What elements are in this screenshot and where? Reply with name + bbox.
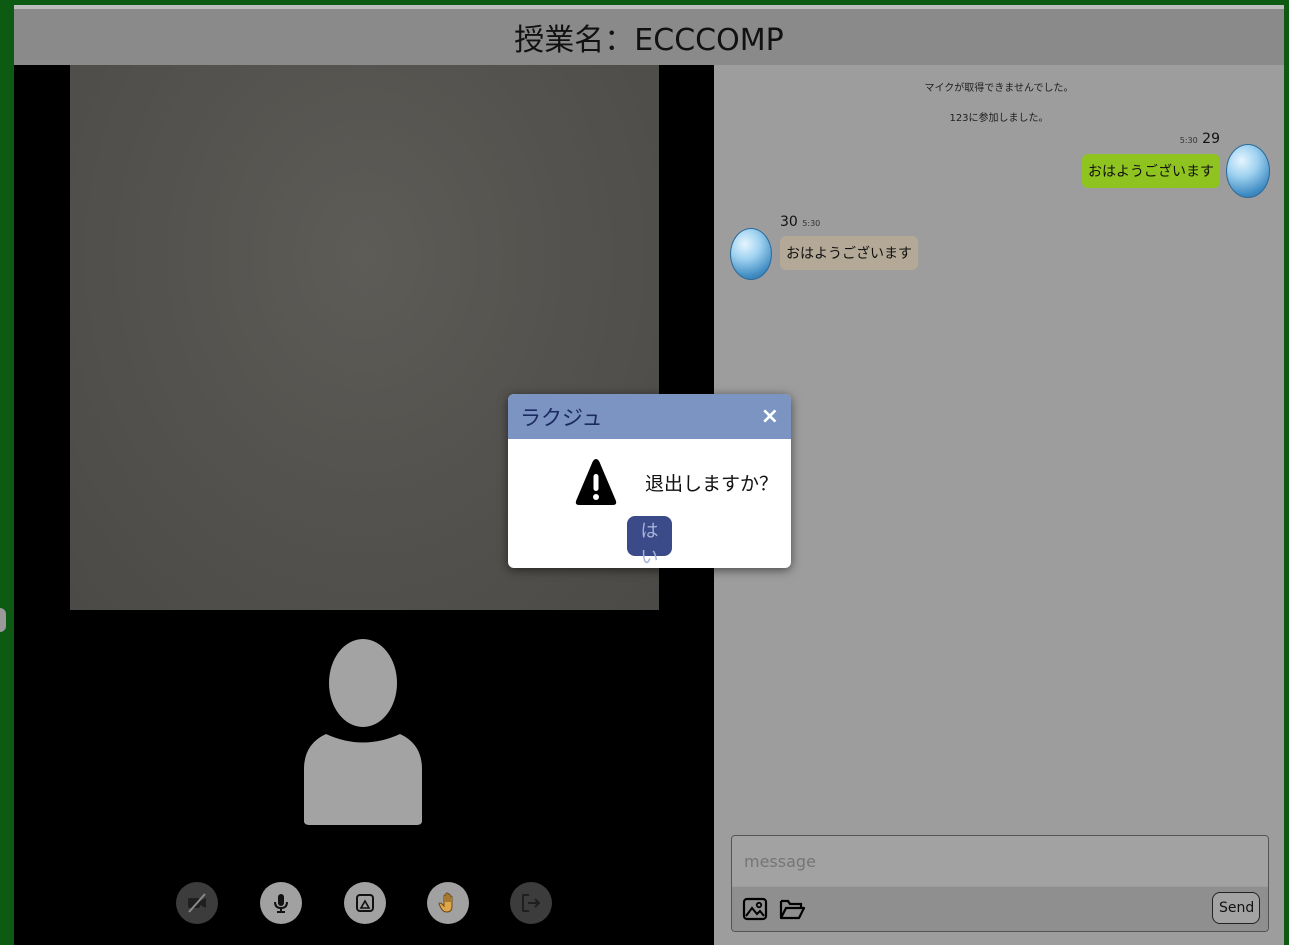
camera-toggle-button[interactable]	[176, 882, 218, 924]
message-input[interactable]	[732, 836, 1268, 886]
message-time: 5:30	[1179, 136, 1198, 145]
message-time: 5:30	[802, 219, 821, 228]
dialog-body: 退出しますか？ はい	[508, 439, 791, 568]
chat-panel: マイクが取得できませんでした。 123に参加しました。 5:30 29 おはよう…	[714, 65, 1284, 945]
camera-off-icon	[188, 893, 206, 913]
microphone-toggle-button[interactable]	[260, 882, 302, 924]
microphone-icon	[274, 894, 288, 913]
composer-toolbar: Send	[732, 887, 1268, 931]
user-avatar-icon	[304, 639, 422, 825]
message-user: 29	[1202, 131, 1220, 147]
exit-icon	[522, 894, 541, 912]
raise-hand-button[interactable]	[427, 882, 469, 924]
image-upload-icon[interactable]	[742, 896, 768, 922]
message-meta: 30 5:30	[780, 214, 820, 230]
send-button[interactable]: Send	[1212, 892, 1260, 924]
message-bubble: おはようございます	[1082, 154, 1220, 188]
screen-share-icon	[356, 894, 374, 912]
user-avatar-icon	[730, 228, 772, 280]
message-user: 30	[780, 214, 798, 230]
user-avatar-icon	[1226, 144, 1270, 198]
system-message: 123に参加しました。	[949, 113, 1049, 124]
dialog-title: ラクジュ	[520, 405, 603, 430]
page-title: 授業名：ECCCOMP	[14, 9, 1284, 65]
message-meta: 5:30 29	[1180, 131, 1220, 147]
system-message: マイクが取得できませんでした。	[924, 83, 1074, 94]
side-handle[interactable]	[0, 608, 6, 632]
dialog-message: 退出しますか？	[645, 473, 779, 495]
dialog-header: ラクジュ ×	[508, 394, 791, 439]
chat-composer: Send	[731, 835, 1269, 932]
screen-share-button[interactable]	[344, 882, 386, 924]
warning-icon	[575, 459, 617, 505]
call-controls	[14, 882, 714, 938]
message-bubble: おはようございます	[780, 236, 918, 270]
yes-button[interactable]: はい	[627, 516, 672, 568]
raise-hand-icon	[438, 892, 453, 913]
exit-button[interactable]	[510, 882, 552, 924]
folder-icon[interactable]	[779, 896, 805, 922]
close-icon[interactable]: ×	[761, 404, 779, 429]
exit-confirm-dialog: ラクジュ × 退出しますか？ はい	[508, 394, 791, 568]
